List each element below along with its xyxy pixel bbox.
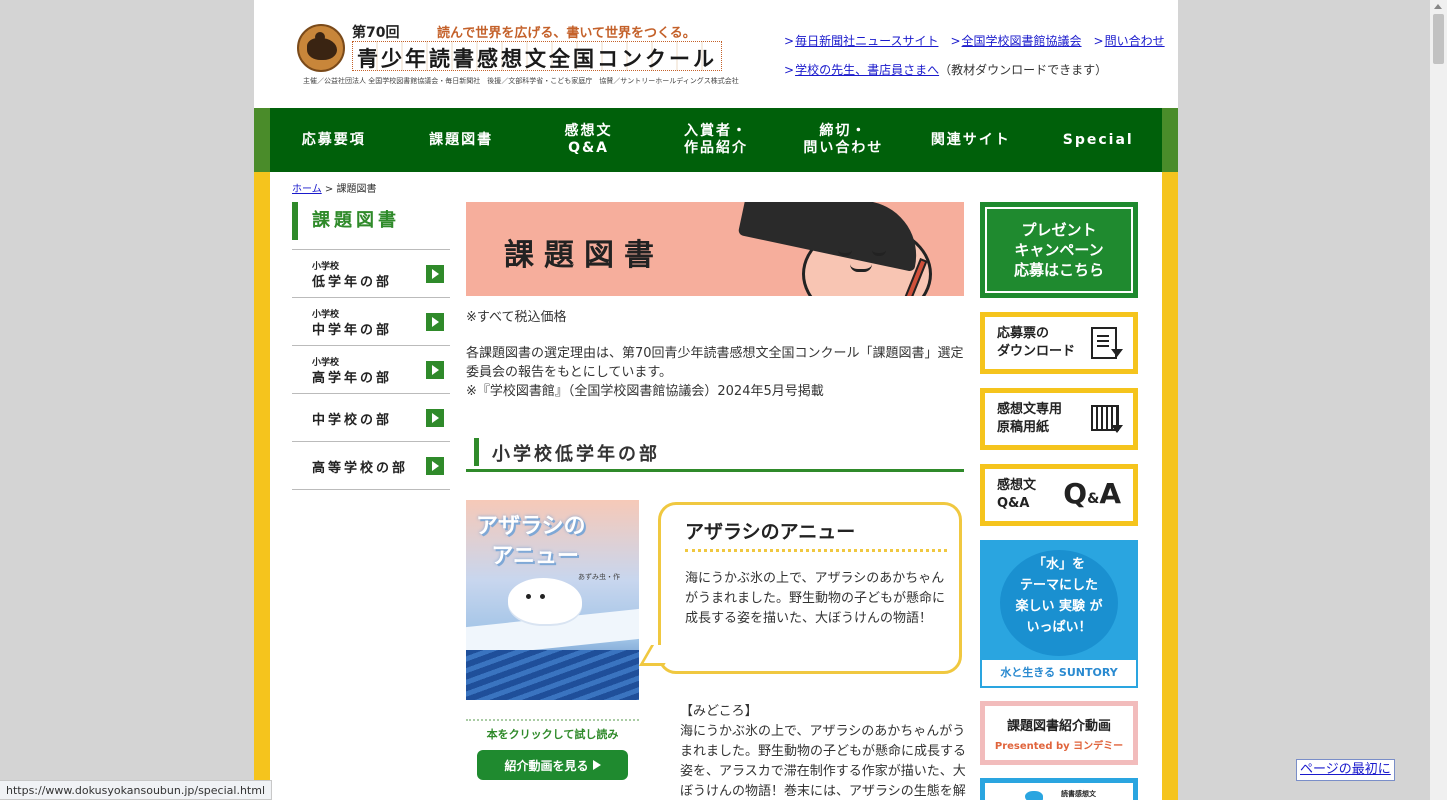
nav-assigned-books[interactable]: 課題図書 [397, 108, 524, 172]
highlights-label: 【みどころ】 [680, 704, 758, 719]
link-contact[interactable]: 問い合わせ [1105, 34, 1165, 48]
sidebar-item-elementary-middle[interactable]: 小学校 中学年の部 [292, 298, 450, 346]
scroll-thumb[interactable] [1433, 14, 1444, 64]
sidebar-item-label: 高等学校の部 [312, 461, 409, 476]
present-campaign-banner[interactable]: プレゼント キャンペーン 応募はこちら [980, 202, 1138, 298]
logo-title[interactable]: 青少年読書感想文全国コンクール [352, 41, 722, 71]
twitter-bird-icon [1025, 791, 1043, 800]
tax-note: ※すべて税込価格 [466, 310, 567, 325]
logo-catchphrase: 読んで世界を広げる、書いて世界をつくる。 [437, 26, 696, 41]
logo-organizers: 主催／公益社団法人 全国学校図書館協議会・毎日新聞社 後援／文部科学省・こども家… [303, 77, 739, 85]
video-banner-presenter: Presented by ヨンデミー [994, 741, 1124, 752]
book-cover[interactable]: アザラシの アニュー あずみ虫・作 [466, 500, 639, 700]
sidebar-item-label: 中学校の部 [312, 413, 393, 428]
suntory-water-banner[interactable]: 「水」を テーマにした 楽しい 実験 が いっぱい！ 水と生きる SUNTORY [980, 540, 1138, 688]
twitter-banner-text: 読書感想文 [1061, 790, 1096, 798]
seal-pup-illustration [508, 578, 582, 624]
book-description: 海にうかぶ氷の上で、アザラシのあかちゃんがうまれました。野生動物の子どもが懸命に… [685, 571, 946, 626]
header-links: >毎日新聞社ニュースサイト >全国学校図書館協議会 >問い合わせ >学校の先生、… [784, 32, 1165, 90]
sidebar-title: 課題図書 [292, 202, 400, 240]
dotted-divider [685, 549, 947, 552]
book-title: アザラシのアニュー [685, 521, 856, 543]
logo-edition[interactable]: 第70回 [352, 22, 399, 42]
heading-bar [474, 438, 479, 466]
teacher-note: （教材ダウンロードできます） [939, 63, 1108, 77]
page-title: 課題図書 [504, 238, 664, 273]
status-bar-url: https://www.dokusyokansoubun.jp/special.… [0, 780, 273, 800]
play-icon [592, 760, 601, 770]
sidebar-item-elementary-upper[interactable]: 小学校 高学年の部 [292, 346, 450, 394]
nav-related-sites[interactable]: 関連サイト [907, 108, 1034, 172]
sidebar-item-label: 高学年の部 [312, 371, 393, 386]
sidebar-nav: 小学校 低学年の部 小学校 中学年の部 小学校 高学年の部 中学校の部 高等学校… [292, 249, 450, 490]
content-frame: ホーム > 課題図書 課題図書 小学校 低学年の部 小学校 中学年の部 小学校 … [254, 172, 1178, 800]
sidebar-item-label: 中学年の部 [312, 323, 393, 338]
site-header: 第70回 読んで世界を広げる、書いて世界をつくる。 青少年読書感想文全国コンクー… [254, 0, 1178, 108]
book-info-bubble: アザラシのアニュー 海にうかぶ氷の上で、アザラシのあかちゃんがうまれました。野生… [658, 502, 962, 674]
download-arrow-icon [1111, 349, 1123, 357]
highlights-text: 海にうかぶ氷の上で、アザラシのあかちゃんがうまれました。野生動物の子どもが懸命に… [680, 724, 967, 799]
nav-deadline-contact[interactable]: 締切・ 問い合わせ [780, 108, 907, 172]
scroll-up-arrow-icon[interactable] [1434, 4, 1442, 9]
link-slaa[interactable]: 全国学校図書館協議会 [962, 34, 1082, 48]
intro-text: 各課題図書の選定理由は、第70回青少年読書感想文全国コンクール「課題図書」選定委… [466, 344, 964, 401]
essay-qa-banner[interactable]: 感想文 Q&A Q&A [980, 464, 1138, 526]
try-read-label: 本をクリックして試し読み [486, 728, 619, 741]
link-teachers[interactable]: 学校の先生、書店員さまへ [795, 63, 939, 77]
breadcrumb-current: 課題図書 [336, 184, 377, 195]
download-label: 応募票の ダウンロード [997, 326, 1076, 359]
arrow-icon: > [1093, 34, 1104, 48]
video-banner-title: 課題図書紹介動画 [1006, 719, 1111, 734]
section-title: 小学校低学年の部 [492, 444, 660, 465]
breadcrumb: ホーム > 課題図書 [292, 180, 376, 195]
breadcrumb-home[interactable]: ホーム [292, 184, 322, 195]
arrow-right-icon [426, 457, 444, 475]
manuscript-label: 感想文専用 原稿用紙 [997, 402, 1063, 435]
arrow-right-icon [426, 409, 444, 427]
watch-video-button[interactable]: 紹介動画を見る [477, 750, 628, 780]
global-nav: 応募要項 課題図書 感想文 Q&A 入賞者・ 作品紹介 締切・ 問い合わせ 関連… [254, 108, 1178, 172]
sidebar-item-elementary-lower[interactable]: 小学校 低学年の部 [292, 250, 450, 298]
section-heading: 小学校低学年の部 [466, 434, 964, 472]
qa-icon: Q&A [1063, 477, 1121, 510]
sidebar-item-junior-high[interactable]: 中学校の部 [292, 394, 450, 442]
page-banner: 課題図書 [466, 202, 964, 296]
vertical-scrollbar[interactable] [1430, 0, 1447, 800]
intro-source: ※『学校図書館』（全国学校図書館協議会）2024年5月号掲載 [466, 384, 824, 399]
arrow-right-icon [426, 265, 444, 283]
nav-essay-qa[interactable]: 感想文 Q&A [525, 108, 652, 172]
sidebar-item-high-school[interactable]: 高等学校の部 [292, 442, 450, 490]
book-video-banner[interactable]: 課題図書紹介動画 Presented by ヨンデミー [980, 701, 1138, 765]
suntory-logo: 水と生きる SUNTORY [982, 660, 1136, 686]
divider [466, 719, 639, 721]
arrow-icon: > [950, 34, 961, 48]
arrow-icon: > [784, 34, 795, 48]
logo-emblem-icon[interactable] [297, 24, 345, 72]
arrow-icon: > [784, 63, 795, 77]
qa-label: 感想文 Q&A [997, 478, 1037, 511]
cover-title: アザラシの アニュー [476, 514, 586, 569]
arrow-right-icon [426, 361, 444, 379]
nav-winners[interactable]: 入賞者・ 作品紹介 [652, 108, 779, 172]
arrow-right-icon [426, 313, 444, 331]
download-arrow-icon [1111, 425, 1123, 433]
nav-special[interactable]: Special [1035, 108, 1162, 172]
manuscript-paper-banner[interactable]: 感想文専用 原稿用紙 [980, 388, 1138, 450]
entry-form-download-banner[interactable]: 応募票の ダウンロード [980, 312, 1138, 374]
nav-guidelines[interactable]: 応募要項 [270, 108, 397, 172]
twitter-banner[interactable]: 読書感想文 [980, 778, 1138, 800]
breadcrumb-separator: > [321, 184, 337, 195]
sidebar-item-label: 低学年の部 [312, 275, 393, 290]
video-button-label: 紹介動画を見る [504, 758, 589, 773]
sea-waves-illustration [466, 650, 639, 700]
page: 第70回 読んで世界を広げる、書いて世界をつくる。 青少年読書感想文全国コンクー… [254, 0, 1178, 800]
water-banner-text: 「水」を テーマにした 楽しい 実験 が いっぱい！ [1015, 557, 1103, 635]
cover-author: あずみ虫・作 [578, 573, 620, 581]
link-mainichi-news[interactable]: 毎日新聞社ニュースサイト [795, 34, 938, 48]
page-top-link[interactable]: ページの最初に [1296, 759, 1395, 781]
present-campaign-label: プレゼント キャンペーン 応募はこちら [985, 207, 1133, 293]
intro-paragraph: 各課題図書の選定理由は、第70回青少年読書感想文全国コンクール「課題図書」選定委… [466, 346, 964, 380]
book-highlights: 【みどころ】 海にうかぶ氷の上で、アザラシのあかちゃんがうまれました。野生動物の… [680, 702, 966, 800]
